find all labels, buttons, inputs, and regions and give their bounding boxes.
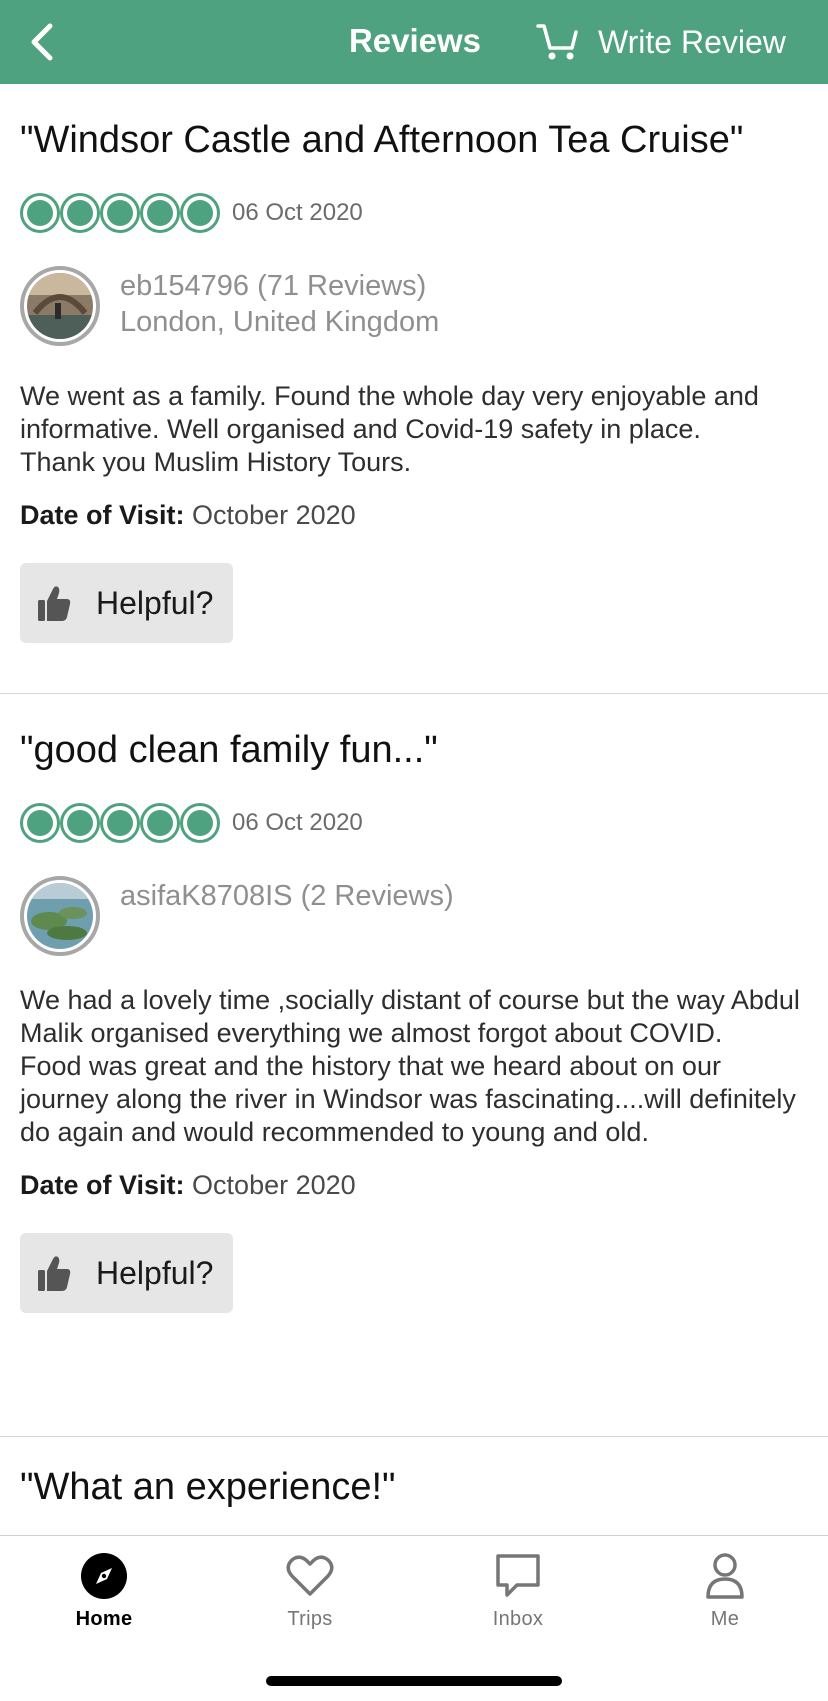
review-date: 06 Oct 2020 [232,199,363,226]
tab-label: Me [710,1608,740,1630]
rating-bubble-icon [20,193,60,233]
review-card: "Windsor Castle and Afternoon Tea Cruise… [0,84,828,694]
tab-home[interactable]: Home [34,1550,174,1631]
review-title: "good clean family fun..." [20,729,438,771]
review-body: We went as a family. Found the whole day… [20,381,759,477]
avatar[interactable] [20,266,100,346]
tab-trips[interactable]: Trips [240,1550,380,1631]
tab-inbox[interactable]: Inbox [448,1550,588,1631]
rating-bubbles [20,803,220,843]
review-body: We had a lovely time ,socially distant o… [20,985,800,1147]
visit-value: October 2020 [192,1170,356,1200]
back-button[interactable] [20,18,64,66]
review-card: "What an experience!" [0,1437,828,1511]
rating-bubble-icon [100,193,140,233]
reviewer-name[interactable]: eb154796 (71 Reviews) [120,268,439,304]
thumbs-up-icon [36,582,76,624]
rating-bubble-icon [20,803,60,843]
tab-me[interactable]: Me [655,1550,795,1631]
avatar[interactable] [20,876,100,956]
rating-bubble-icon [100,803,140,843]
review-card: "good clean family fun..." 06 Oct 2020 a… [0,694,828,1437]
home-indicator[interactable] [266,1676,562,1686]
chat-bubble-icon [495,1550,541,1602]
chevron-left-icon [31,23,53,61]
reviewer-name[interactable]: asifaK8708IS (2 Reviews) [120,878,454,914]
rating-bubble-icon [140,193,180,233]
rating-bubbles [20,193,220,233]
visit-label: Date of Visit: [20,500,185,530]
helpful-label: Helpful? [96,584,214,621]
page-title: Reviews [348,22,482,59]
reviews-list[interactable]: "Windsor Castle and Afternoon Tea Cruise… [0,84,828,1536]
cart-icon [536,19,582,65]
helpful-button[interactable]: Helpful? [20,563,234,643]
visit-label: Date of Visit: [20,1170,185,1200]
visit-value: October 2020 [192,500,356,530]
compass-icon [80,1550,128,1602]
rating-bubble-icon [140,803,180,843]
rating-bubble-icon [60,193,100,233]
date-of-visit: Date of Visit: October 2020 [20,1167,808,1203]
rating-bubble-icon [180,193,220,233]
review-title: "What an experience!" [20,1466,396,1508]
tab-label: Inbox [492,1608,544,1630]
person-icon [705,1550,745,1602]
write-review-button[interactable]: Write Review [536,18,786,66]
rating-bubble-icon [180,803,220,843]
bottom-tab-bar: Home Trips Inbox Me [0,1535,828,1701]
date-of-visit: Date of Visit: October 2020 [20,497,808,533]
review-title: "Windsor Castle and Afternoon Tea Cruise… [20,119,744,161]
helpful-button[interactable]: Helpful? [20,1233,234,1313]
tab-label: Trips [287,1608,333,1630]
tab-label: Home [75,1608,133,1630]
rating-bubble-icon [60,803,100,843]
write-review-label: Write Review [598,23,786,60]
helpful-label: Helpful? [96,1254,214,1291]
thumbs-up-icon [36,1252,76,1294]
reviewer-location: London, United Kingdom [120,306,440,338]
review-date: 06 Oct 2020 [232,809,363,836]
heart-icon [285,1550,335,1602]
top-app-bar: Reviews Write Review [0,0,828,84]
